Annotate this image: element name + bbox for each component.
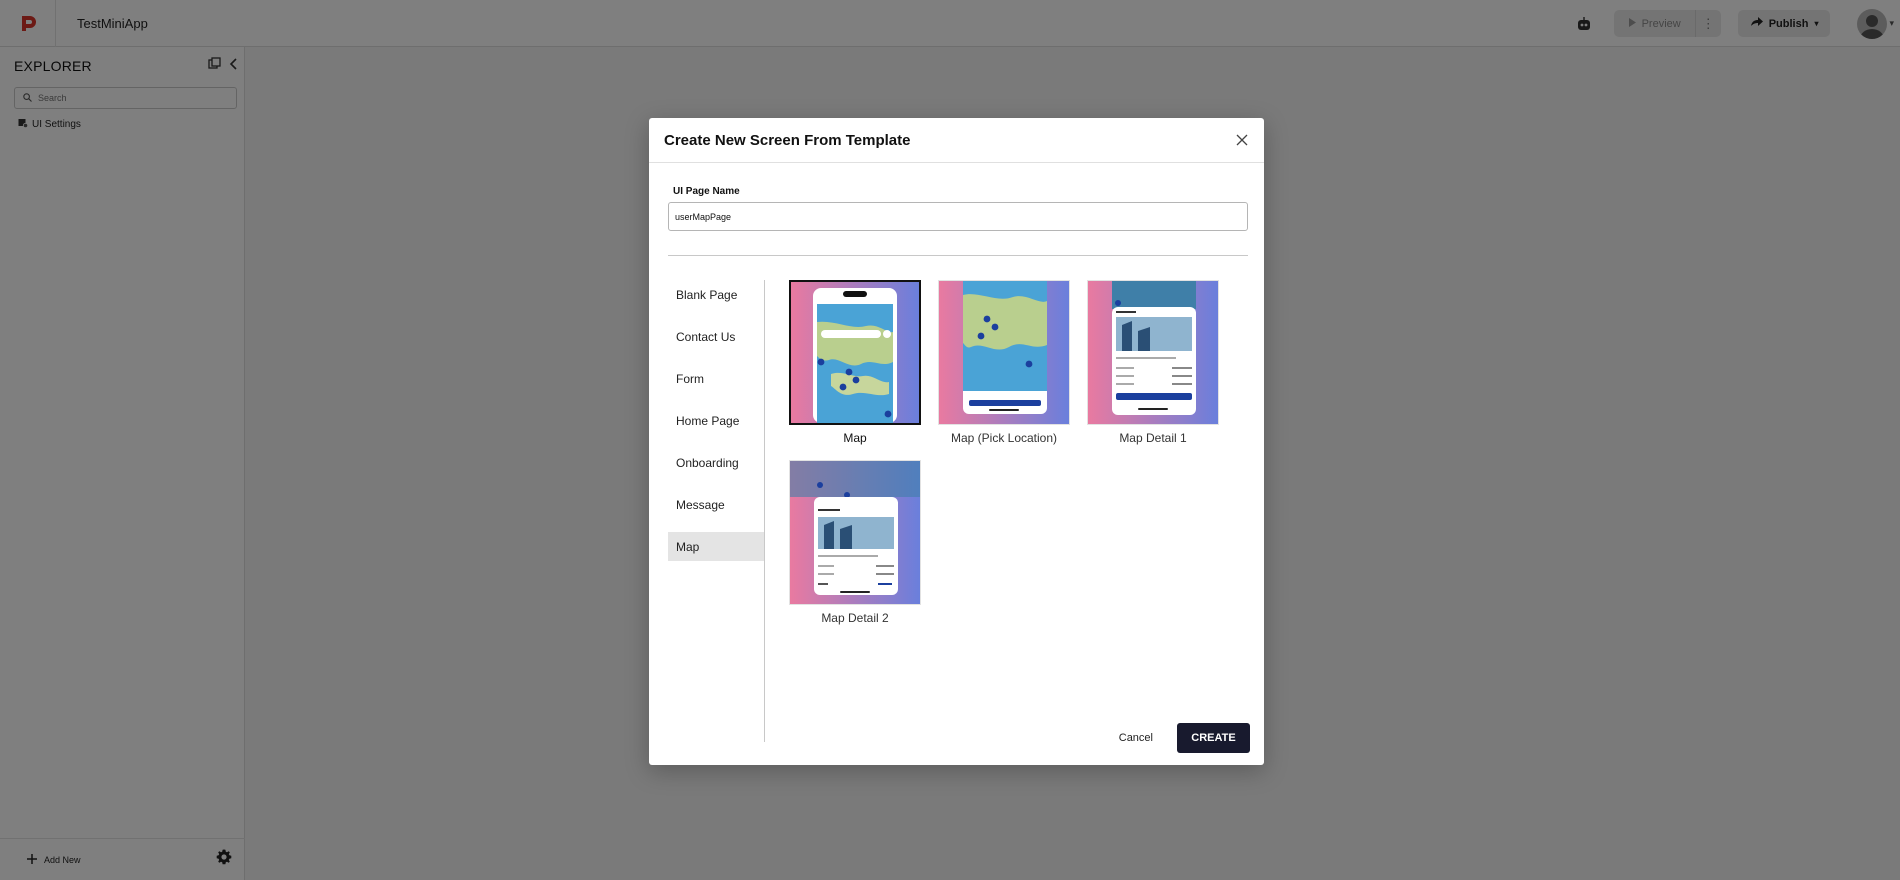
category-map[interactable]: Map [668,532,764,561]
template-map-detail-1[interactable]: Map Detail 1 [1087,280,1219,445]
category-label: Map [676,539,700,554]
category-blank-page[interactable]: Blank Page [668,280,764,309]
category-form[interactable]: Form [668,364,764,393]
template-label: Map [843,431,867,445]
template-categories: Blank Page Contact Us Form Home Page Onb… [668,280,764,574]
template-map-pick-location[interactable]: Map (Pick Location) [938,280,1070,445]
template-thumbnail [789,280,921,425]
page-name-input[interactable] [668,202,1248,231]
category-onboarding[interactable]: Onboarding [668,448,764,477]
cancel-button[interactable]: Cancel [1119,732,1153,744]
category-label: Home Page [676,413,740,428]
template-label: Map Detail 2 [821,611,889,625]
category-divider [764,280,765,742]
category-message[interactable]: Message [668,490,764,519]
template-map-detail-2[interactable]: Map Detail 2 [789,460,921,625]
template-label: Map Detail 1 [1119,431,1187,445]
category-label: Message [676,497,725,512]
category-label: Onboarding [676,455,739,470]
dialog-title: Create New Screen From Template [664,131,911,149]
template-label: Map (Pick Location) [950,431,1058,445]
create-button[interactable]: CREATE [1177,723,1250,753]
page-name-label: UI Page Name [673,186,740,197]
dialog-header: Create New Screen From Template [649,118,1264,163]
dialog-footer: Cancel CREATE [1119,723,1250,753]
template-thumbnail [789,460,921,605]
category-contact-us[interactable]: Contact Us [668,322,764,351]
category-label: Contact Us [676,329,736,344]
close-icon[interactable] [1232,130,1252,150]
category-label: Form [676,371,704,386]
template-thumbnail [938,280,1070,425]
template-map[interactable]: Map [789,280,921,445]
divider [668,255,1248,256]
category-label: Blank Page [676,287,738,302]
template-thumbnail [1087,280,1219,425]
category-home-page[interactable]: Home Page [668,406,764,435]
create-screen-dialog: Create New Screen From Template UI Page … [649,118,1264,765]
